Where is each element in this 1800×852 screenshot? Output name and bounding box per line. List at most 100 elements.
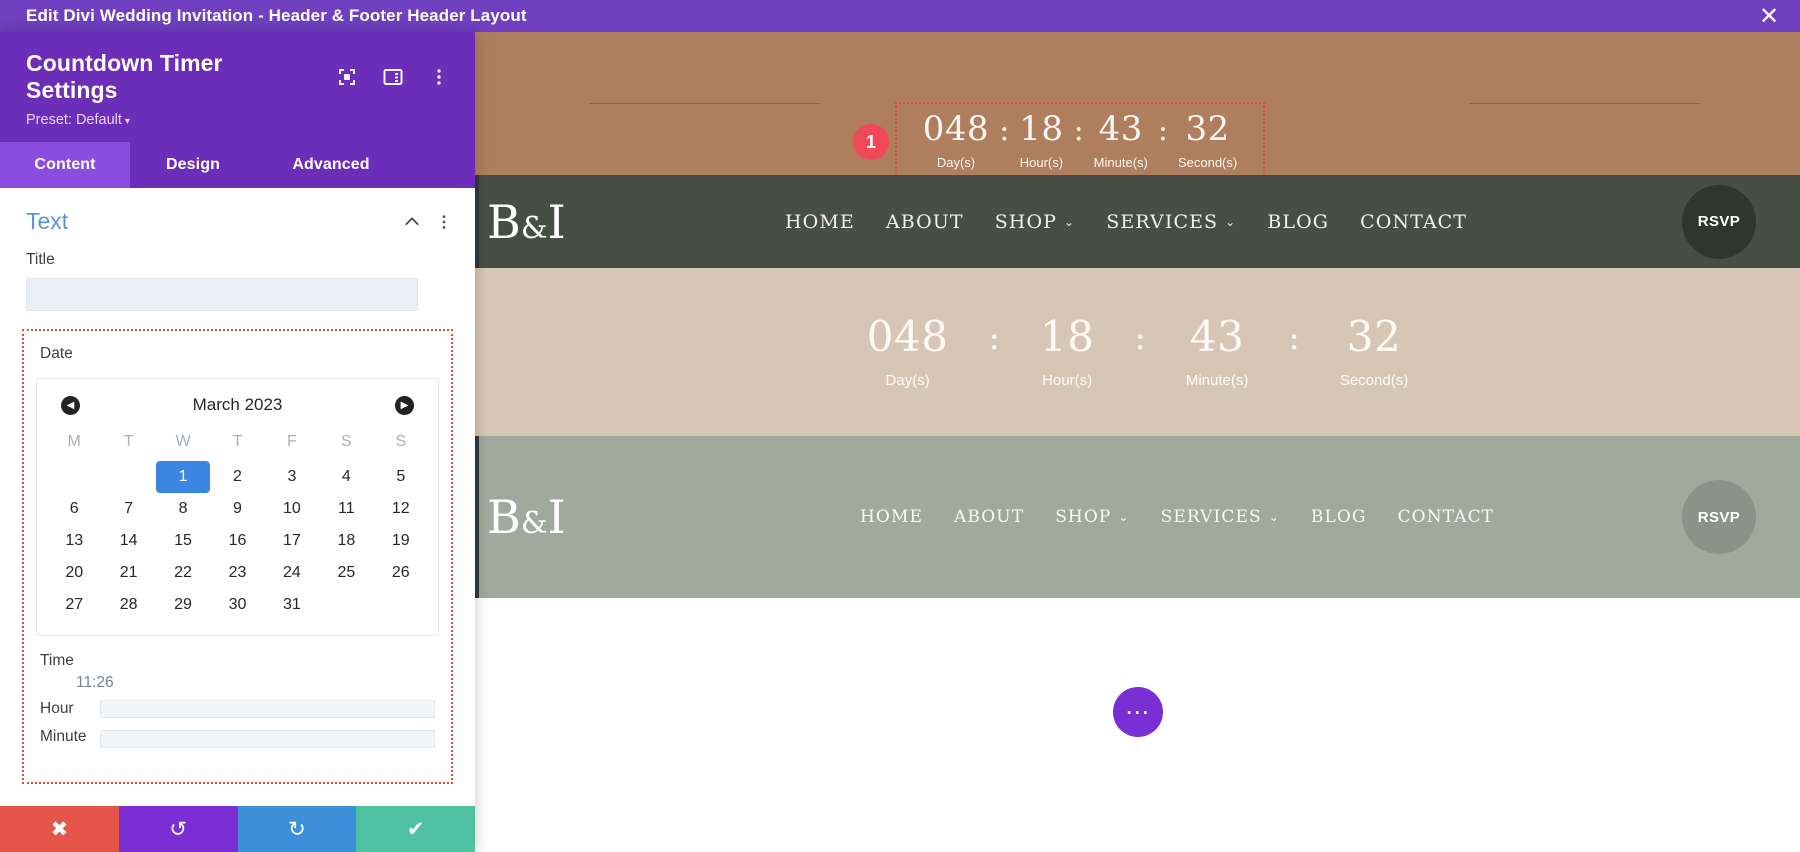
calendar-day[interactable]: 26 — [374, 557, 428, 589]
timer-value: 32 — [1185, 109, 1230, 149]
site-logo[interactable]: B&I — [487, 494, 566, 540]
nav-item-shop[interactable]: SHOP ⌄ — [1055, 507, 1129, 527]
chevron-down-icon: ⌄ — [1268, 510, 1280, 524]
calendar-day[interactable]: 20 — [47, 557, 101, 589]
calendar-day[interactable]: 13 — [47, 525, 101, 557]
settings-panel-title: Countdown Timer Settings — [26, 50, 223, 103]
nav-item-blog[interactable]: BLOG — [1311, 507, 1367, 527]
timer-separator: : — [1157, 112, 1168, 148]
tab-design[interactable]: Design — [130, 142, 256, 188]
timer-group: 18 Hour(s) — [1000, 315, 1134, 389]
calendar-day[interactable]: 11 — [319, 493, 373, 525]
preset-selector[interactable]: Preset: Default ▾ — [0, 104, 475, 128]
nav-item-blog[interactable]: BLOG — [1267, 211, 1329, 233]
nav-item-label: BLOG — [1267, 210, 1330, 233]
calendar-weekday: T — [123, 433, 134, 450]
calendar-day[interactable]: 30 — [210, 589, 264, 621]
nav-item-about[interactable]: ABOUT — [886, 211, 964, 233]
nav-item-about[interactable]: ABOUT — [954, 507, 1024, 527]
tab-advanced[interactable]: Advanced — [256, 142, 406, 188]
calendar-day[interactable]: 8 — [156, 493, 210, 525]
calendar-day[interactable]: 21 — [101, 557, 155, 589]
calendar-day[interactable]: 29 — [156, 589, 210, 621]
fullscreen-icon[interactable] — [337, 67, 357, 87]
chevron-up-icon[interactable] — [403, 213, 421, 231]
timer-value: 18 — [1019, 109, 1064, 149]
hour-slider-row: Hour — [40, 692, 435, 718]
timer-group: 18 Hour(s) — [1009, 112, 1073, 170]
page-settings-fab[interactable]: ⋯ — [1112, 687, 1163, 737]
calendar-day[interactable]: 9 — [210, 493, 264, 525]
calendar-day[interactable]: 27 — [47, 589, 101, 621]
nav-item-services[interactable]: SERVICES ⌄ — [1161, 507, 1280, 527]
cancel-button[interactable]: ✖ — [0, 806, 119, 852]
module-badge[interactable]: 1 — [853, 124, 889, 160]
timer-group: 43 Minute(s) — [1084, 112, 1158, 170]
hour-slider[interactable] — [100, 700, 435, 718]
calendar-weekday: S — [341, 433, 352, 450]
timer-separator: : — [1134, 318, 1146, 358]
nav-item-label: BLOG — [1310, 507, 1367, 527]
rsvp-button[interactable]: RSVP — [1682, 480, 1756, 554]
calendar-day[interactable]: 19 — [374, 525, 428, 557]
calendar-day[interactable]: 12 — [374, 493, 428, 525]
timer-separator: : — [999, 112, 1010, 148]
save-button[interactable]: ✔ — [356, 806, 475, 852]
timer-value: 048 — [866, 311, 949, 361]
nav-item-contact[interactable]: CONTACT — [1360, 211, 1467, 233]
calendar-day[interactable]: 22 — [156, 557, 210, 589]
calendar-day[interactable]: 14 — [101, 525, 155, 557]
calendar-day[interactable]: 31 — [265, 589, 319, 621]
chevron-right-icon[interactable]: ▶ — [395, 395, 414, 415]
rsvp-button[interactable]: RSVP — [1682, 184, 1756, 259]
calendar-day[interactable]: 7 — [101, 493, 155, 525]
minute-slider-row: Minute — [40, 718, 435, 748]
redo-button[interactable]: ↻ — [237, 806, 357, 852]
calendar-day-selected[interactable]: 1 — [155, 461, 211, 493]
calendar-day[interactable]: 4 — [319, 461, 373, 493]
calendar-day[interactable]: 18 — [319, 525, 373, 557]
close-icon[interactable]: ✕ — [1756, 3, 1782, 29]
site-logo[interactable]: B&I — [487, 199, 566, 245]
footer-section: ⋯ — [475, 598, 1800, 852]
date-field-group: Date — [24, 341, 451, 372]
calendar-day[interactable]: 23 — [210, 557, 264, 589]
nav-item-label: ABOUT — [953, 507, 1025, 527]
nav-item-label: SERVICES — [1106, 210, 1219, 233]
top-bar-section: 1 048 Day(s):18 Hour(s):43 Minute(s):32 Seco… — [475, 32, 1800, 180]
settings-tabs: Content Design Advanced — [0, 142, 475, 188]
minute-slider[interactable] — [100, 730, 435, 748]
nav-item-shop[interactable]: SHOP ⌄ — [995, 211, 1076, 233]
nav-item-home[interactable]: HOME — [860, 507, 923, 527]
calendar-day[interactable]: 25 — [319, 557, 373, 589]
nav-item-label: SHOP — [1055, 507, 1112, 527]
tab-content[interactable]: Content — [0, 142, 130, 188]
decorative-rule-left — [590, 103, 820, 104]
timer-value: 43 — [1189, 311, 1245, 361]
calendar-day[interactable]: 2 — [210, 461, 264, 493]
undo-button[interactable]: ↺ — [118, 806, 238, 852]
calendar-weekday: W — [175, 433, 191, 450]
nav-item-contact[interactable]: CONTACT — [1398, 507, 1495, 527]
calendar-day[interactable]: 24 — [265, 557, 319, 589]
more-vertical-icon[interactable] — [429, 67, 449, 87]
calendar-day[interactable]: 15 — [156, 525, 210, 557]
calendar-day[interactable]: 5 — [374, 461, 428, 493]
calendar-day[interactable]: 3 — [265, 461, 319, 493]
calendar-day[interactable]: 28 — [101, 589, 155, 621]
nav-item-services[interactable]: SERVICES ⌄ — [1106, 211, 1236, 233]
more-vertical-icon[interactable] — [435, 213, 453, 231]
timer-separator: : — [988, 318, 1000, 358]
calendar-day[interactable]: 17 — [265, 525, 319, 557]
calendar-day[interactable]: 16 — [210, 525, 264, 557]
timer-group: 43 Minute(s) — [1146, 311, 1289, 389]
layout-toggle-icon[interactable] — [383, 67, 403, 87]
nav-item-home[interactable]: HOME — [785, 211, 855, 233]
hero-countdown-timer[interactable]: 048 Day(s):18 Hour(s):43 Minute(s):32 Second… — [827, 311, 1448, 389]
title-input[interactable] — [26, 278, 418, 311]
countdown-timer-module[interactable]: 048 Day(s):18 Hour(s):43 Minute(s):32 Second… — [895, 102, 1265, 180]
calendar-day[interactable]: 10 — [265, 493, 319, 525]
chevron-left-icon[interactable]: ◀ — [61, 395, 80, 415]
calendar-day[interactable]: 6 — [47, 493, 101, 525]
window-title: Edit Divi Wedding Invitation - Header & … — [26, 6, 527, 25]
